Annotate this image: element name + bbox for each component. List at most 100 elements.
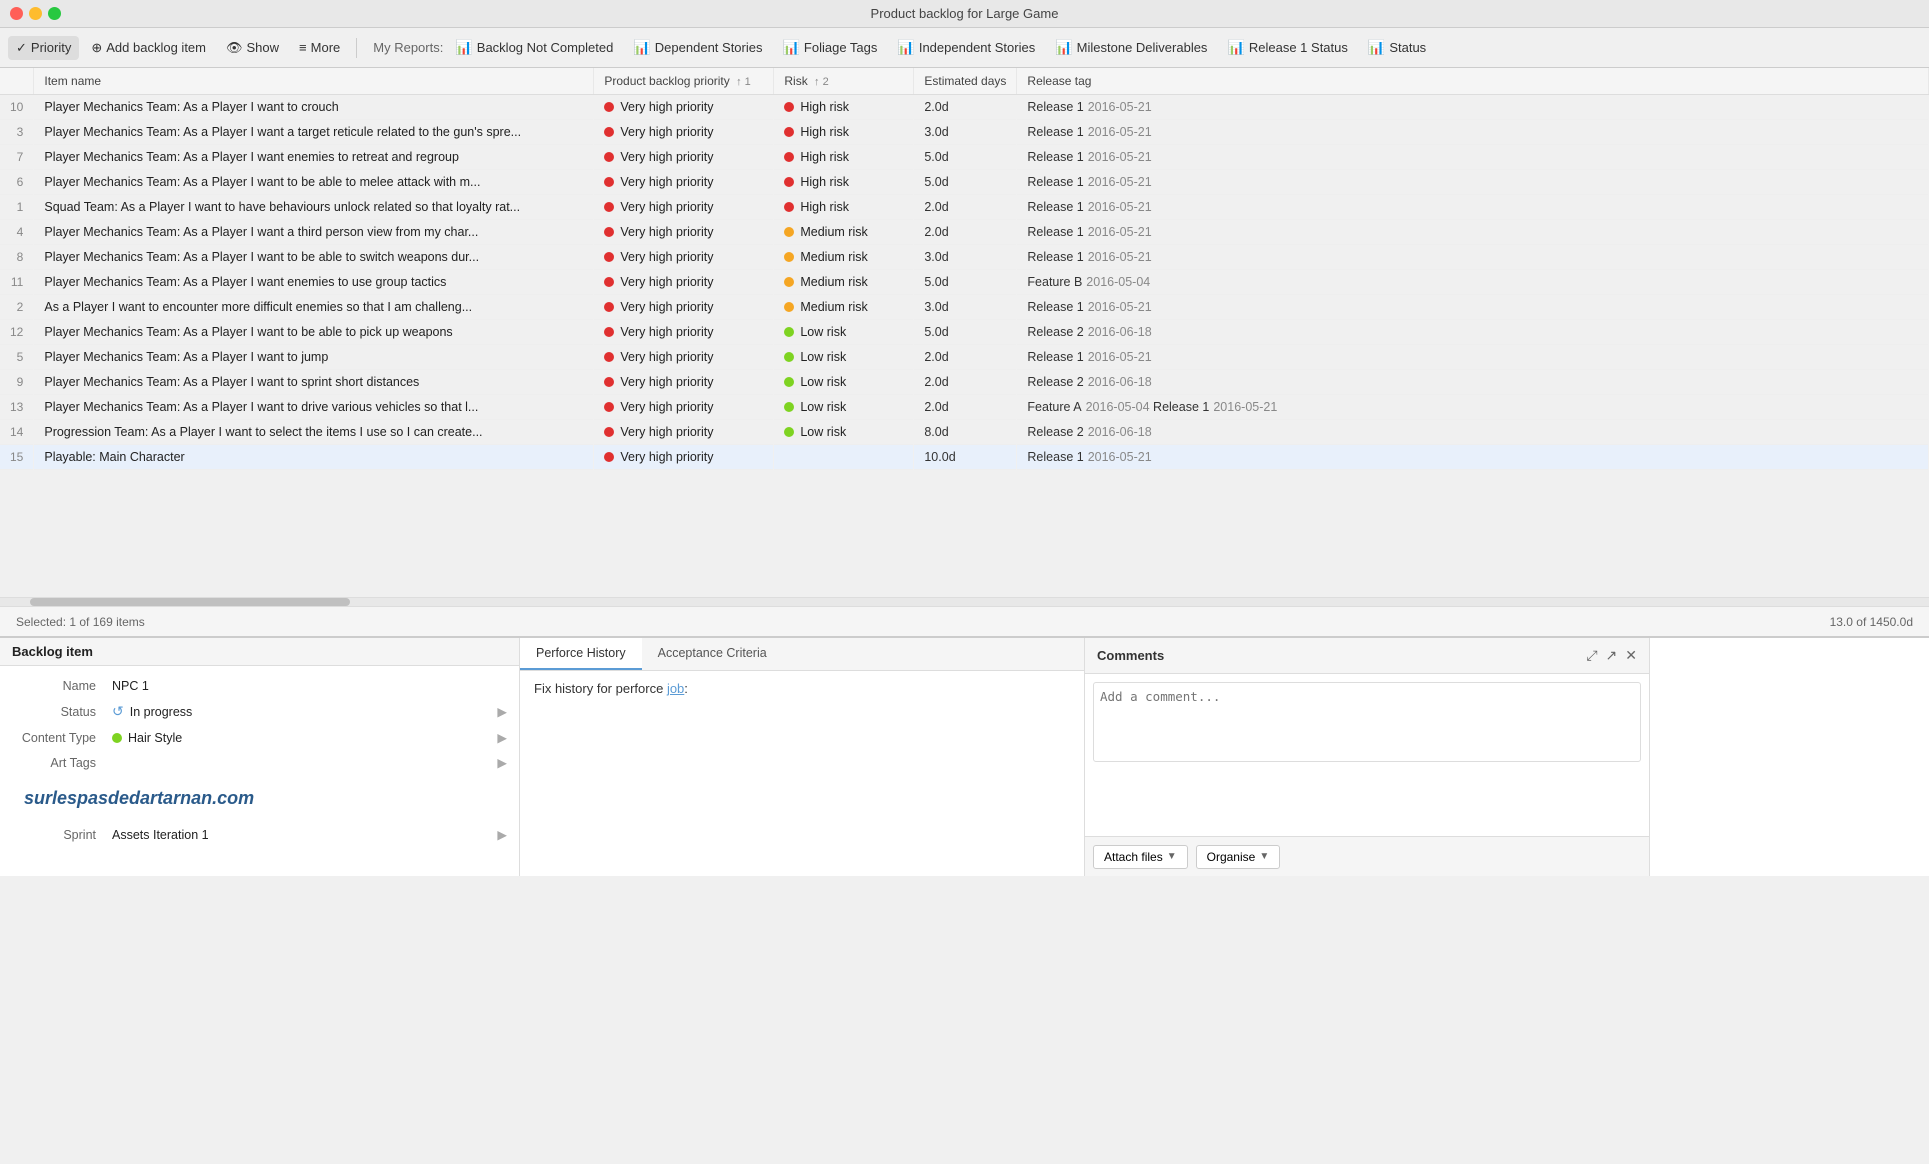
risk-value: Low risk	[800, 400, 846, 414]
tab-perforce-history[interactable]: Perforce History	[520, 638, 642, 670]
release-tag: Release 12016-05-21	[1017, 345, 1929, 370]
organise-button[interactable]: Organise ▼	[1196, 845, 1281, 869]
risk-value: Low risk	[800, 350, 846, 364]
backlog-not-completed-nav[interactable]: 📊 Backlog Not Completed	[447, 35, 621, 60]
table-row[interactable]: 5 Player Mechanics Team: As a Player I w…	[0, 345, 1929, 370]
foliage-tags-nav[interactable]: 📊 Foliage Tags	[774, 35, 885, 60]
attach-files-button[interactable]: Attach files ▼	[1093, 845, 1188, 869]
table-row[interactable]: 7 Player Mechanics Team: As a Player I w…	[0, 145, 1929, 170]
risk-cell: Medium risk	[784, 225, 903, 239]
table-row[interactable]: 6 Player Mechanics Team: As a Player I w…	[0, 170, 1929, 195]
minimize-button[interactable]	[29, 7, 42, 20]
item-name[interactable]: Player Mechanics Team: As a Player I wan…	[34, 370, 594, 395]
item-name[interactable]: As a Player I want to encounter more dif…	[34, 295, 594, 320]
priority-dot	[604, 377, 614, 387]
priority-cell: Very high priority	[594, 370, 774, 395]
item-name[interactable]: Player Mechanics Team: As a Player I wan…	[34, 170, 594, 195]
risk-dot	[784, 277, 794, 287]
status-nav[interactable]: 📊 Status	[1360, 35, 1434, 60]
item-name[interactable]: Player Mechanics Team: As a Player I wan…	[34, 120, 594, 145]
priority-value: Very high priority	[620, 175, 713, 189]
priority-cell: Very high priority	[594, 395, 774, 420]
show-button[interactable]: 👁 Show	[218, 36, 287, 60]
col-risk[interactable]: Risk ↑ 2	[774, 68, 914, 95]
table-row[interactable]: 14 Progression Team: As a Player I want …	[0, 420, 1929, 445]
item-name[interactable]: Player Mechanics Team: As a Player I wan…	[34, 95, 594, 120]
priority-toolbar-item[interactable]: ✓ Priority	[8, 36, 79, 60]
add-backlog-item-button[interactable]: ⊕ Add backlog item	[83, 36, 214, 60]
release-tag: Release 12016-05-21	[1017, 195, 1929, 220]
table-row[interactable]: 12 Player Mechanics Team: As a Player I …	[0, 320, 1929, 345]
risk-column: Medium risk	[774, 295, 914, 320]
reports-label: My Reports:	[373, 40, 443, 55]
table-row[interactable]: 10 Player Mechanics Team: As a Player I …	[0, 95, 1929, 120]
priority-cell: Very high priority	[594, 445, 774, 470]
item-name[interactable]: Player Mechanics Team: As a Player I wan…	[34, 145, 594, 170]
priority-dot	[604, 227, 614, 237]
risk-cell: High risk	[784, 125, 903, 139]
item-name[interactable]: Playable: Main Character	[34, 445, 594, 470]
more-button[interactable]: ≡ More	[291, 36, 348, 59]
comment-input[interactable]	[1093, 682, 1641, 762]
status-bar: Selected: 1 of 169 items 13.0 of 1450.0d	[0, 606, 1929, 636]
comments-footer: Attach files ▼ Organise ▼	[1085, 836, 1649, 876]
priority-cell: Very high priority	[594, 145, 774, 170]
content-type-value[interactable]: Hair Style ▶	[112, 730, 507, 745]
col-num	[0, 68, 34, 95]
item-name[interactable]: Squad Team: As a Player I want to have b…	[34, 195, 594, 220]
dependent-stories-nav[interactable]: 📊 Dependent Stories	[625, 35, 770, 60]
item-name[interactable]: Player Mechanics Team: As a Player I wan…	[34, 320, 594, 345]
col-est-days[interactable]: Estimated days	[914, 68, 1017, 95]
maximize-button[interactable]	[48, 7, 61, 20]
risk-value: High risk	[800, 100, 849, 114]
estimated-days: 2.0d	[914, 195, 1017, 220]
scrollbar-thumb[interactable]	[30, 598, 350, 606]
table-row[interactable]: 3 Player Mechanics Team: As a Player I w…	[0, 120, 1929, 145]
tabs-body: Fix history for perforce job:	[520, 671, 1084, 876]
close-button[interactable]	[10, 7, 23, 20]
name-value[interactable]: NPC 1	[112, 679, 507, 693]
content-type-row: Content Type Hair Style ▶	[0, 725, 519, 750]
item-name[interactable]: Player Mechanics Team: As a Player I wan…	[34, 245, 594, 270]
item-name[interactable]: Player Mechanics Team: As a Player I wan…	[34, 270, 594, 295]
col-item-name[interactable]: Item name	[34, 68, 594, 95]
status-value[interactable]: ↺ In progress ▶	[112, 703, 507, 720]
table-row[interactable]: 2 As a Player I want to encounter more d…	[0, 295, 1929, 320]
col-release-tag[interactable]: Release tag	[1017, 68, 1929, 95]
risk-dot	[784, 427, 794, 437]
tab-acceptance-criteria[interactable]: Acceptance Criteria	[642, 638, 783, 670]
milestone-deliverables-nav[interactable]: 📊 Milestone Deliverables	[1047, 35, 1215, 60]
independent-stories-nav[interactable]: 📊 Independent Stories	[889, 35, 1043, 60]
horizontal-scrollbar[interactable]	[0, 598, 1929, 606]
table-row[interactable]: 11 Player Mechanics Team: As a Player I …	[0, 270, 1929, 295]
external-link-icon[interactable]: ↗	[1606, 647, 1618, 664]
expand-icon[interactable]: ⤢	[1586, 647, 1597, 664]
table-row[interactable]: 4 Player Mechanics Team: As a Player I w…	[0, 220, 1929, 245]
table-row[interactable]: 1 Squad Team: As a Player I want to have…	[0, 195, 1929, 220]
risk-column: Low risk	[774, 420, 914, 445]
art-tags-value[interactable]: ▶	[112, 755, 507, 770]
table-row[interactable]: 8 Player Mechanics Team: As a Player I w…	[0, 245, 1929, 270]
release1-status-nav[interactable]: 📊 Release 1 Status	[1219, 35, 1355, 60]
priority-value: Very high priority	[620, 250, 713, 264]
priority-dot	[604, 177, 614, 187]
item-name[interactable]: Progression Team: As a Player I want to …	[34, 420, 594, 445]
window-title: Product backlog for Large Game	[871, 6, 1059, 21]
priority-cell: Very high priority	[594, 345, 774, 370]
sprint-value[interactable]: Assets Iteration 1 ▶	[112, 827, 507, 842]
risk-value: High risk	[800, 175, 849, 189]
item-name[interactable]: Player Mechanics Team: As a Player I wan…	[34, 220, 594, 245]
table-row[interactable]: 13 Player Mechanics Team: As a Player I …	[0, 395, 1929, 420]
sprint-expand-icon: ▶	[497, 827, 507, 842]
item-name[interactable]: Player Mechanics Team: As a Player I wan…	[34, 395, 594, 420]
comments-body	[1085, 674, 1649, 836]
close-panel-icon[interactable]: ✕	[1625, 647, 1637, 664]
table-row[interactable]: 15 Playable: Main Character Very high pr…	[0, 445, 1929, 470]
col-priority[interactable]: Product backlog priority ↑ 1	[594, 68, 774, 95]
row-number: 9	[0, 370, 34, 395]
table-row[interactable]: 9 Player Mechanics Team: As a Player I w…	[0, 370, 1929, 395]
item-name[interactable]: Player Mechanics Team: As a Player I wan…	[34, 345, 594, 370]
risk-column: Low risk	[774, 320, 914, 345]
perforce-job-link[interactable]: job	[667, 681, 684, 696]
priority-dot	[604, 152, 614, 162]
